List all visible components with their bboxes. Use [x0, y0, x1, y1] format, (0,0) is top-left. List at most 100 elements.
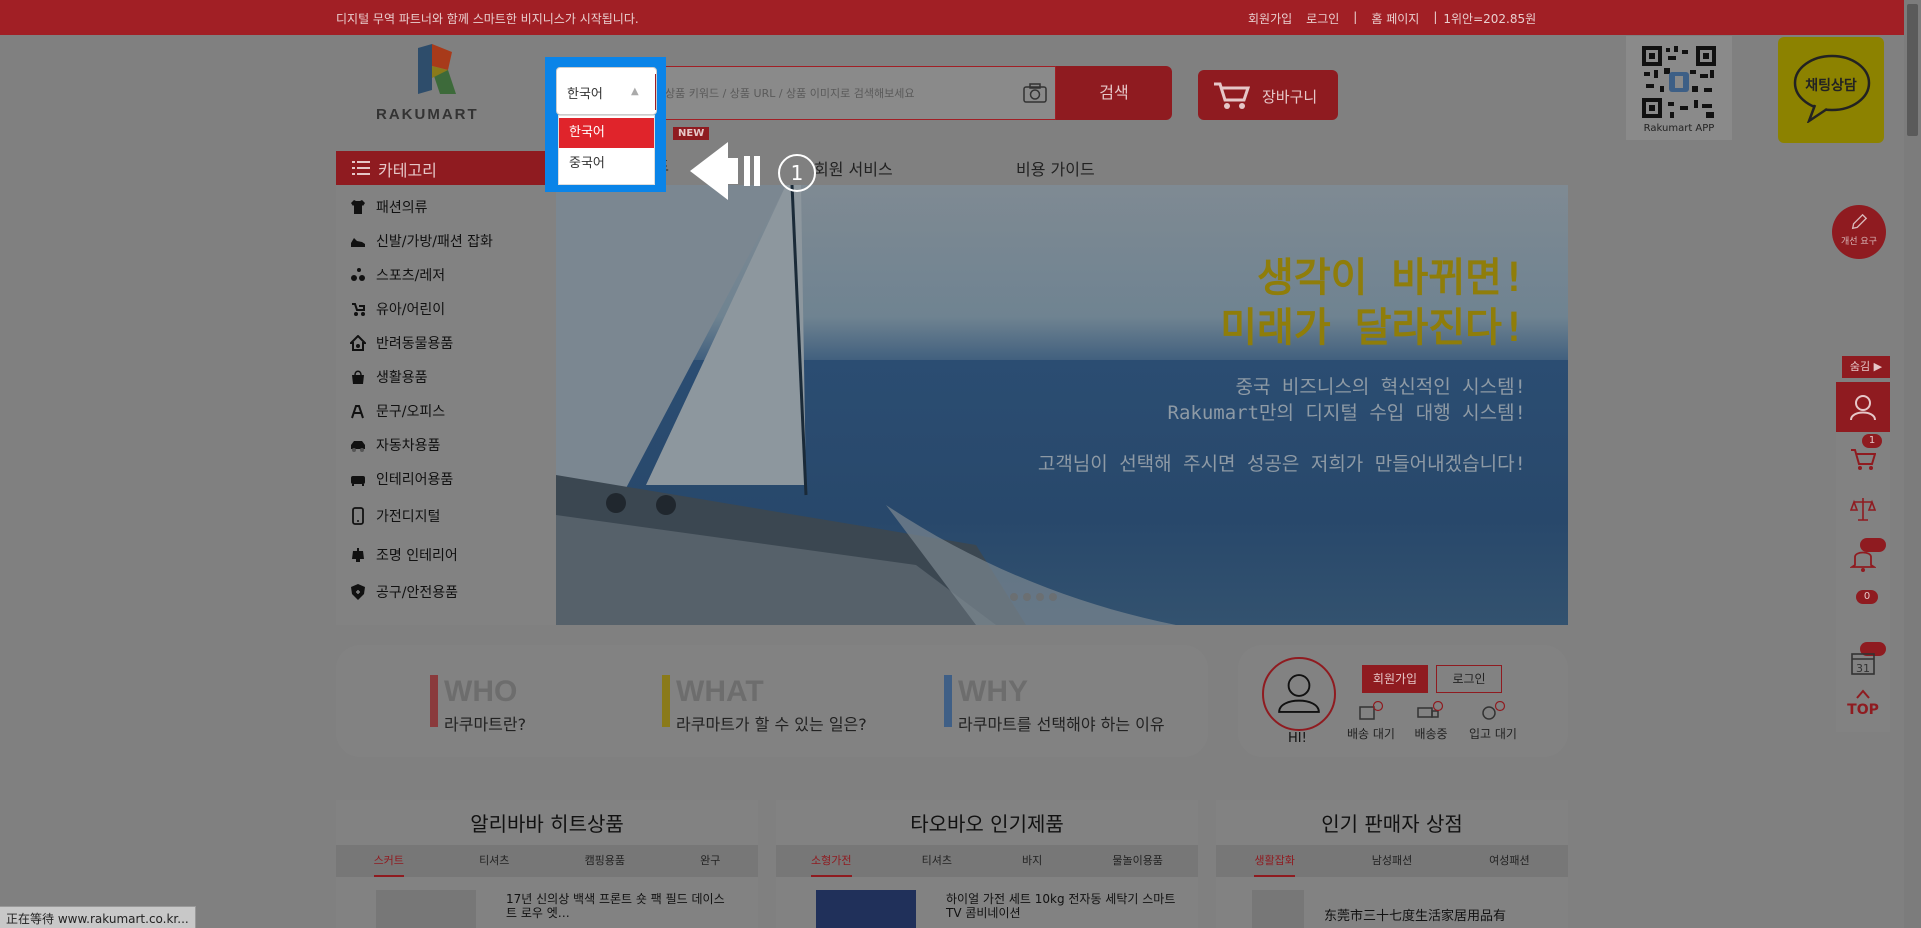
cart-button[interactable]: 장바구니 — [1198, 70, 1338, 120]
panel-title: 인기 판매자 상점 — [1321, 812, 1463, 836]
login-link[interactable]: 로그인 — [1306, 10, 1339, 27]
category-label: 패션의류 — [376, 200, 428, 216]
scale-icon[interactable] — [1850, 496, 1876, 522]
divider: | — [1433, 10, 1438, 24]
rail-hide-button[interactable]: 숨김 ▶ — [1842, 356, 1890, 378]
user-box: HI! 회원가입 로그인 배송 대기 배송중 입고 대기 — [1238, 645, 1568, 757]
suggestion-button[interactable]: 개선 요구 — [1832, 205, 1886, 259]
signup-link[interactable]: 회원가입 — [1248, 10, 1292, 27]
category-label: 생활용품 — [376, 370, 428, 386]
welcome-message: 디지털 무역 파트너와 함께 스마트한 비지니스가 시작됩니다. — [336, 12, 639, 26]
nav-item-member-service[interactable]: 회원 서비스 — [814, 156, 893, 180]
cart-icon — [1214, 82, 1250, 109]
product-title[interactable]: 17년 신의상 백색 프론트 숏 팩 필드 데이스트 로우 엣… — [506, 892, 726, 920]
category-item[interactable]: 반려동물용품 — [336, 329, 556, 357]
hi-label: HI! — [1288, 731, 1307, 746]
carousel-dot[interactable] — [1049, 593, 1057, 601]
user-signup-button[interactable]: 회원가입 — [1362, 665, 1428, 693]
search-button[interactable]: 검색 — [1056, 66, 1172, 120]
search-input[interactable]: 상품 키워드 / 상품 URL / 상품 이미지로 검색해보세요 — [665, 85, 915, 101]
stat-waiting-arrival[interactable]: 입고 대기 — [1458, 701, 1528, 742]
category-item[interactable]: 신발/가방/패션 잡화 — [336, 227, 556, 255]
panel-tab[interactable]: 소형가전 — [811, 845, 852, 877]
rakumart-logo[interactable]: RAKUMART — [372, 44, 502, 126]
stat-label: 배송 대기 — [1347, 727, 1395, 741]
carousel-dot[interactable] — [1010, 593, 1018, 601]
who-subtitle: 라쿠마트란? — [444, 715, 527, 734]
lamp-icon — [352, 548, 364, 562]
cart-count-badge: 1 — [1862, 434, 1882, 448]
category-item[interactable]: 조명 인테리어 — [336, 541, 556, 569]
scrollbar-thumb[interactable] — [1907, 4, 1918, 136]
cart-icon[interactable] — [1850, 446, 1876, 472]
car-icon — [351, 441, 365, 452]
user-icon — [1850, 395, 1876, 421]
chat-consult-button[interactable]: 채팅상담 — [1778, 37, 1884, 143]
logo-text: RAKUMART — [376, 106, 479, 123]
panel-tab[interactable]: 티셔츠 — [479, 845, 509, 877]
pen-icon — [351, 405, 364, 419]
carousel-dot[interactable] — [1036, 593, 1044, 601]
divider — [655, 74, 656, 110]
panel-tab[interactable]: 캠핑용품 — [585, 845, 625, 877]
product-thumbnail[interactable] — [376, 890, 476, 928]
panel-tab[interactable]: 여성패션 — [1489, 845, 1529, 877]
language-option-korean[interactable]: 한국어 — [559, 118, 654, 148]
panel-tab[interactable]: 생활잡화 — [1254, 845, 1295, 877]
carousel-dot[interactable] — [1023, 593, 1031, 601]
category-title: 카테고리 — [378, 161, 437, 180]
pet-house-icon — [350, 335, 366, 351]
category-list: 패션의류 신발/가방/패션 잡화 스포츠/레저 유아/어린이 반려동물용품 생활… — [336, 185, 556, 625]
language-select[interactable]: 한국어 ▲ — [556, 67, 657, 115]
store-name[interactable]: 东莞市三十七度生活家居用品有 — [1324, 910, 1554, 924]
chat-label: 채팅상담 — [1805, 78, 1857, 94]
camera-icon[interactable] — [1023, 83, 1047, 103]
banner-subtitle-3: 고객님이 선택해 주시면 성공은 저희가 만들어내겠습니다! — [1037, 453, 1526, 475]
why-accent — [944, 675, 952, 727]
calendar-day: 31 — [1856, 662, 1870, 675]
suggestion-label: 개선 요구 — [1841, 237, 1877, 247]
banner-subtitle-1: 중국 비즈니스의 혁신적인 시스템! — [1235, 376, 1526, 398]
hero-banner[interactable]: 생각이 바뀌면! 미래가 달라진다! 중국 비즈니스의 혁신적인 시스템! Ra… — [556, 185, 1568, 625]
panel-tab[interactable]: 물놀이용품 — [1112, 845, 1163, 877]
category-label: 자동차용품 — [376, 438, 441, 454]
panel-tab[interactable]: 티셔츠 — [922, 845, 952, 877]
category-item[interactable]: 스포츠/레저 — [336, 261, 556, 289]
category-item[interactable]: 가전디지털 — [336, 502, 556, 530]
top-links: 회원가입 로그인 | 홈 페이지 | 1위안=202.85원 — [1248, 10, 1550, 27]
language-option-chinese[interactable]: 중국어 — [559, 149, 654, 179]
stat-label: 배송중 — [1414, 727, 1448, 741]
nav-item-cost-guide[interactable]: 비용 가이드 — [1016, 156, 1095, 180]
truck-icon — [1417, 701, 1444, 718]
category-item[interactable]: 인테리어용품 — [336, 465, 556, 493]
category-item[interactable]: 문구/오피스 — [336, 397, 556, 425]
panel-tab[interactable]: 남성패션 — [1372, 845, 1412, 877]
category-item[interactable]: 자동차용품 — [336, 431, 556, 459]
what-subtitle: 라쿠마트가 할 수 있는 일은? — [676, 715, 867, 734]
rail-user-button[interactable] — [1836, 382, 1890, 432]
product-title[interactable]: 하이얼 가전 세트 10kg 전자동 세탁기 스마트 TV 콤비네이션 — [946, 892, 1176, 920]
vertical-scrollbar[interactable] — [1904, 0, 1921, 928]
panel-tab[interactable]: 스커트 — [373, 845, 404, 877]
category-header[interactable]: 카테고리 — [336, 151, 556, 185]
category-item[interactable]: 생활용품 — [336, 363, 556, 391]
category-item[interactable]: 패션의류 — [336, 193, 556, 221]
category-label: 문구/오피스 — [376, 404, 446, 420]
taobao-panel: 타오바오 인기제품 소형가전 티셔츠 바지 물놀이용품 하이얼 가전 세트 10… — [776, 800, 1198, 928]
home-link[interactable]: 홈 페이지 — [1371, 10, 1419, 27]
category-label: 반려동물용품 — [376, 336, 454, 352]
panel-tabs: 생활잡화 남성패션 여성패션 — [1216, 845, 1568, 877]
category-item[interactable]: 유아/어린이 — [336, 295, 556, 323]
about-box: WHO 라쿠마트란? WHAT 라쿠마트가 할 수 있는 일은? WHY 라쿠마… — [336, 645, 1208, 757]
product-thumbnail[interactable] — [816, 890, 916, 928]
category-label: 공구/안전용품 — [376, 585, 458, 601]
stat-in-delivery[interactable]: 배송중 — [1396, 701, 1466, 742]
panel-title: 알리바바 히트상품 — [470, 812, 624, 836]
store-thumbnail[interactable] — [1252, 890, 1304, 928]
panel-tab[interactable]: 완구 — [700, 845, 720, 877]
panel-tab[interactable]: 바지 — [1022, 845, 1042, 877]
panel-title: 타오바오 인기제품 — [910, 812, 1064, 836]
user-login-button[interactable]: 로그인 — [1436, 665, 1502, 693]
back-to-top-button[interactable]: TOP — [1836, 702, 1890, 718]
category-item[interactable]: 공구/안전용품 — [336, 578, 556, 606]
